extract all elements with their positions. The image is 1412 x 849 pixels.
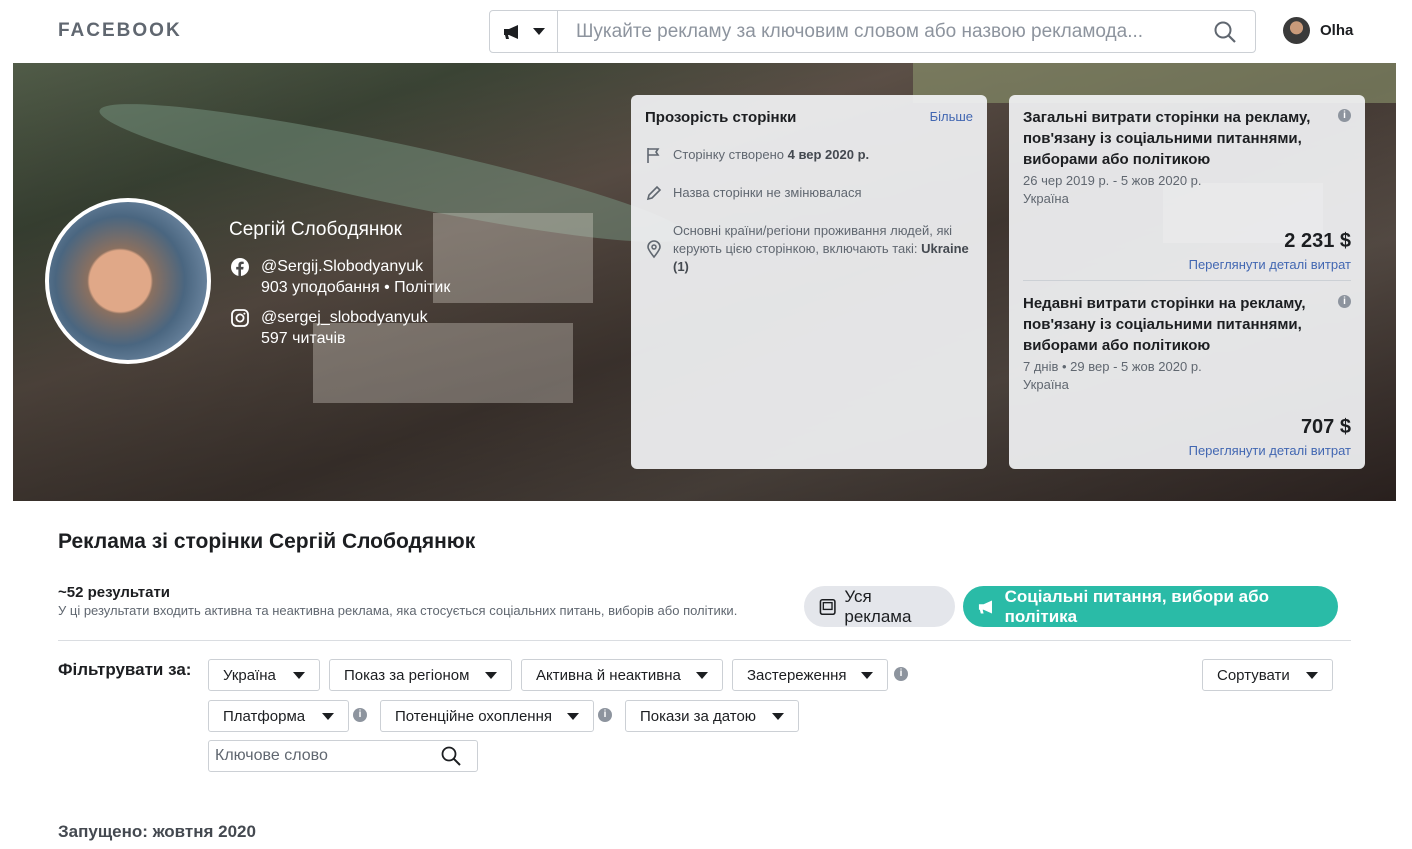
facebook-handle[interactable]: @Sergij.Slobodyanyuk [261,256,450,277]
avatar [1283,17,1310,44]
chevron-down-icon [293,671,305,679]
recent-spend-region: Україна [1023,377,1069,392]
sort-dropdown-value: Сортувати [1217,666,1290,684]
megaphone-icon [978,599,992,614]
edit-icon [646,185,662,201]
status-filter-value: Активна й неактивна [536,666,681,684]
tab-social-issues-label: Соціальні питання, вибори або політика [1004,586,1269,626]
country-filter-value: Україна [223,666,276,684]
created-date: 4 вер 2020 р. [787,147,870,162]
chevron-down-icon [1306,671,1318,679]
divider [1023,280,1351,281]
countries-text: Основні країни/регіони проживання людей,… [673,223,953,256]
user-menu[interactable]: Olha [1283,17,1353,44]
instagram-icon [231,309,249,327]
launched-section-heading: Запущено: жовтня 2020 [58,822,256,841]
cover-building [433,213,593,303]
total-spend-block: Загальні витрати сторінки на рекламу, по… [1023,107,1351,272]
results-subtitle: У ці результати входить активна та неакт… [58,603,738,618]
info-icon[interactable]: i [1338,109,1351,122]
name-unchanged-text: Назва сторінки не змінювалася [673,185,862,200]
page-title: Реклама зі сторінки Сергій Слободянюк [58,530,476,553]
ad-search-bar: Шукайте рекламу за ключовим словом або н… [489,10,1256,53]
ad-spend-card: Загальні витрати сторінки на рекламу, по… [1009,95,1365,469]
countries-row: Основні країни/регіони проживання людей,… [645,222,973,276]
results-count: ~52 результати [58,584,171,601]
created-label: Сторінку створено [673,147,788,162]
page-name[interactable]: Сергій Слободянюк [229,219,402,241]
filter-label: Фільтрувати за: [58,660,192,679]
sort-dropdown[interactable]: Сортувати [1202,659,1333,691]
facebook-stats: 903 уподобання • Політик [261,279,451,296]
user-name: Olha [1320,22,1354,39]
recent-spend-amount: 707 $ [1300,416,1351,438]
reach-filter-value: Потенційне охоплення [395,707,552,725]
flag-icon [647,148,660,163]
chevron-down-icon [322,712,334,720]
total-spend-details-link[interactable]: Переглянути деталі витрат [1023,257,1351,272]
tab-all-ads-label: Уся реклама [844,586,912,626]
region-filter[interactable]: Показ за регіоном [329,659,512,691]
recent-spend-block: Недавні витрати сторінки на рекламу, пов… [1023,293,1351,458]
date-filter[interactable]: Покази за датою [625,700,799,732]
page-transparency-card: Прозорість сторінки Більше Сторінку ство… [631,95,987,469]
recent-spend-title: Недавні витрати сторінки на рекламу, пов… [1023,295,1306,354]
reach-filter[interactable]: Потенційне охоплення [380,700,594,732]
keyword-input[interactable] [215,747,415,765]
divider [58,640,1351,641]
keyword-search [208,740,478,772]
instagram-account: @sergej_slobodyanyuk 597 читачів [231,307,428,349]
facebook-icon [231,258,249,276]
chevron-down-icon [861,671,873,679]
platform-filter-value: Платформа [223,707,306,725]
chevron-down-icon [772,712,784,720]
instagram-handle[interactable]: @sergej_slobodyanyuk [261,307,428,328]
country-filter[interactable]: Україна [208,659,320,691]
chevron-down-icon [532,28,545,35]
info-icon[interactable]: i [1338,295,1351,308]
location-pin-icon [647,240,661,259]
date-filter-value: Покази за датою [640,707,757,725]
page-created-row: Сторінку створено 4 вер 2020 р. [645,146,973,164]
tab-social-issues[interactable]: Соціальні питання, вибори або політика [963,586,1338,627]
info-icon[interactable]: i [353,708,367,722]
more-link[interactable]: Більше [930,109,973,126]
facebook-logo[interactable]: FACEBOOK [58,20,182,42]
name-unchanged-row: Назва сторінки не змінювалася [645,184,973,202]
total-spend-period: 26 чер 2019 р. - 5 жов 2020 р. [1023,173,1202,188]
chevron-down-icon [696,671,708,679]
region-filter-value: Показ за регіоном [344,666,470,684]
search-input[interactable]: Шукайте рекламу за ключовим словом або н… [558,11,1195,52]
disclaimer-filter-value: Застереження [747,666,847,684]
page-cover: Сергій Слободянюк @Sergij.Slobodyanyuk 9… [13,63,1396,501]
total-spend-title: Загальні витрати сторінки на рекламу, по… [1023,109,1311,168]
platform-filter[interactable]: Платформа [208,700,349,732]
search-icon[interactable] [441,746,461,766]
chevron-down-icon [485,671,497,679]
top-bar: FACEBOOK Шукайте рекламу за ключовим сло… [0,0,1412,62]
facebook-account: @Sergij.Slobodyanyuk 903 уподобання • По… [231,256,450,298]
total-spend-region: Україна [1023,191,1069,206]
megaphone-icon [503,24,518,39]
status-filter[interactable]: Активна й неактивна [521,659,723,691]
recent-spend-period: 7 днів • 29 вер - 5 жов 2020 р. [1023,359,1202,374]
ads-icon [819,598,836,615]
tab-all-ads[interactable]: Уся реклама [804,586,955,627]
info-icon[interactable]: i [598,708,612,722]
total-spend-amount: 2 231 $ [1284,230,1351,252]
instagram-stats: 597 читачів [261,330,346,347]
search-icon[interactable] [1195,11,1255,52]
disclaimer-filter[interactable]: Застереження [732,659,888,691]
page-profile-picture[interactable] [45,198,211,364]
transparency-title: Прозорість сторінки [645,109,797,126]
chevron-down-icon [567,712,579,720]
info-icon[interactable]: i [894,667,908,681]
ad-category-dropdown[interactable] [490,11,558,52]
recent-spend-details-link[interactable]: Переглянути деталі витрат [1023,443,1351,458]
